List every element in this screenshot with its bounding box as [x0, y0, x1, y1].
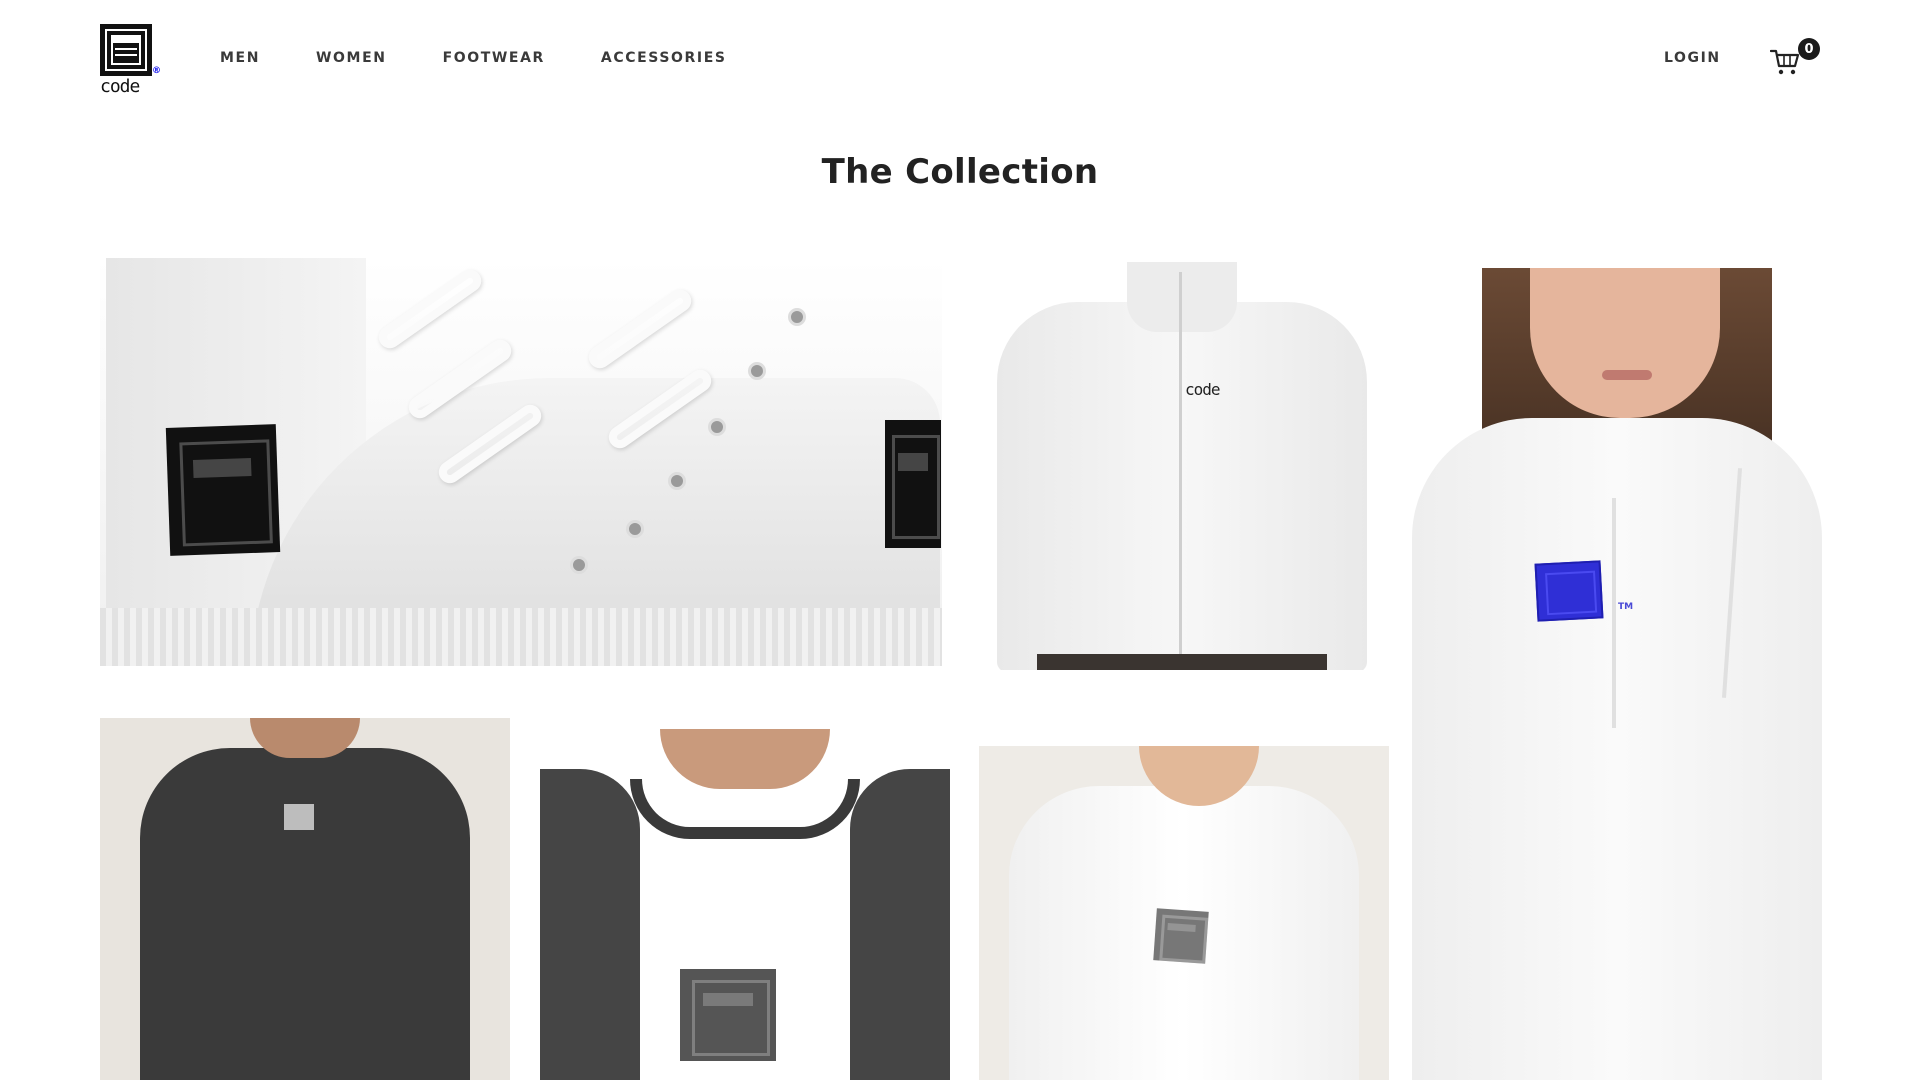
nav-item-men[interactable]: MEN: [220, 50, 260, 66]
product-tile-hoodie[interactable]: TM: [1412, 268, 1822, 1080]
page-title: The Collection: [821, 152, 1099, 192]
sneaker-logo-patch: [885, 420, 941, 548]
brand-wordmark: code: [100, 76, 140, 97]
shopping-cart-icon: [1770, 49, 1800, 75]
cart-button[interactable]: 0: [1770, 38, 1820, 80]
nav-item-footwear[interactable]: FOOTWEAR: [443, 50, 545, 66]
sweatshirt-logo-print: [1153, 908, 1209, 964]
cart-count-badge: 0: [1798, 38, 1820, 60]
registered-mark: ®: [152, 66, 161, 76]
product-tile-raglan[interactable]: [540, 729, 950, 1080]
jacket-print: code: [1185, 380, 1221, 399]
nav-item-women[interactable]: WOMEN: [316, 50, 387, 66]
product-tile-zip-jacket[interactable]: code: [977, 262, 1385, 670]
sneaker-logo-patch: [165, 424, 281, 556]
nav-item-accessories[interactable]: ACCESSORIES: [601, 50, 727, 66]
tee-logo-print: [284, 804, 314, 830]
product-tile-dark-tee[interactable]: [100, 718, 510, 1080]
product-tile-sweatshirt[interactable]: [979, 746, 1389, 1080]
brand-logo[interactable]: ® code: [100, 24, 162, 97]
code-logo-icon: [100, 24, 152, 76]
login-link[interactable]: LOGIN: [1664, 50, 1721, 66]
main-nav: MEN WOMEN FOOTWEAR ACCESSORIES: [220, 50, 783, 66]
hoodie-logo-print: [1534, 560, 1604, 622]
raglan-logo-print: [680, 969, 776, 1061]
hoodie-tm-mark: TM: [1618, 602, 1634, 612]
product-tile-sneakers[interactable]: [100, 258, 942, 666]
site-header: ® code MEN WOMEN FOOTWEAR ACCESSORIES LO…: [0, 0, 1920, 118]
